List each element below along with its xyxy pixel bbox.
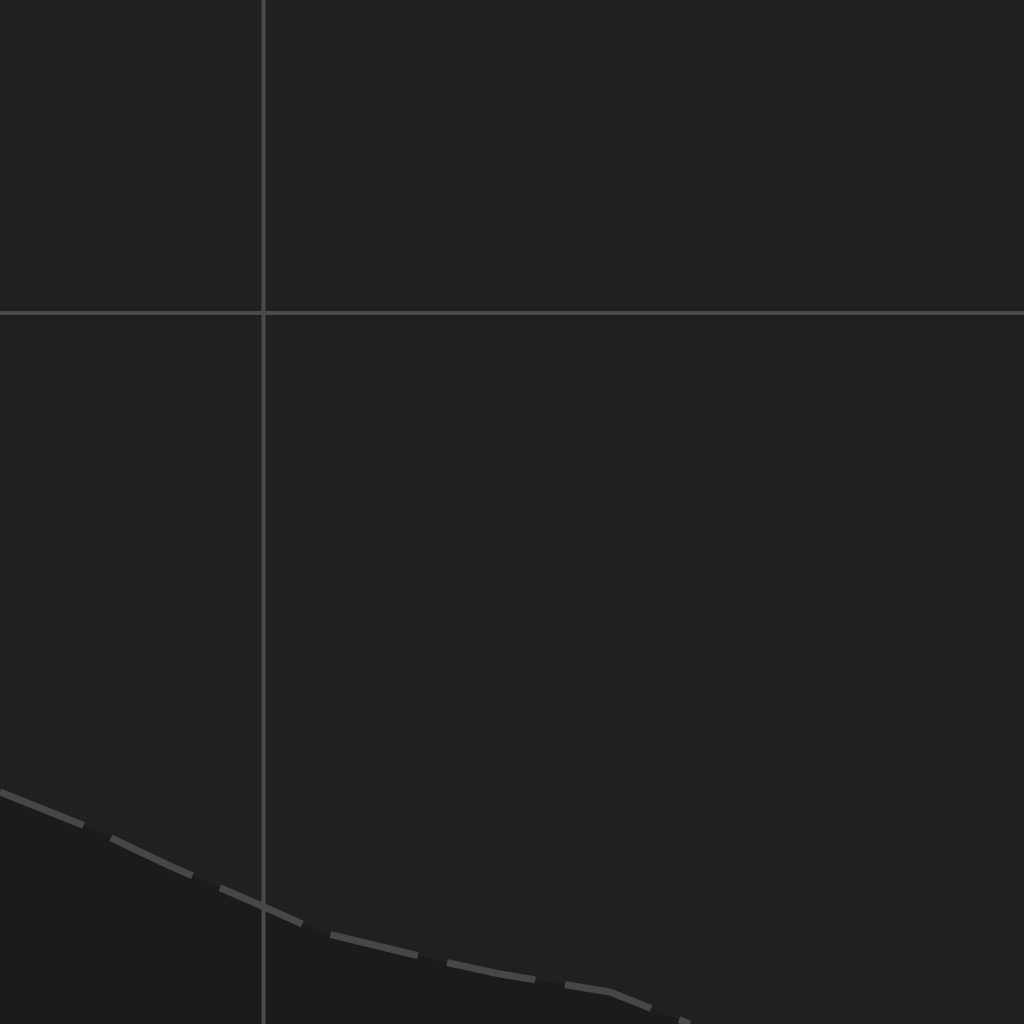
canvas-graphics (0, 0, 1024, 1024)
canvas-viewport[interactable] (0, 0, 1024, 1024)
